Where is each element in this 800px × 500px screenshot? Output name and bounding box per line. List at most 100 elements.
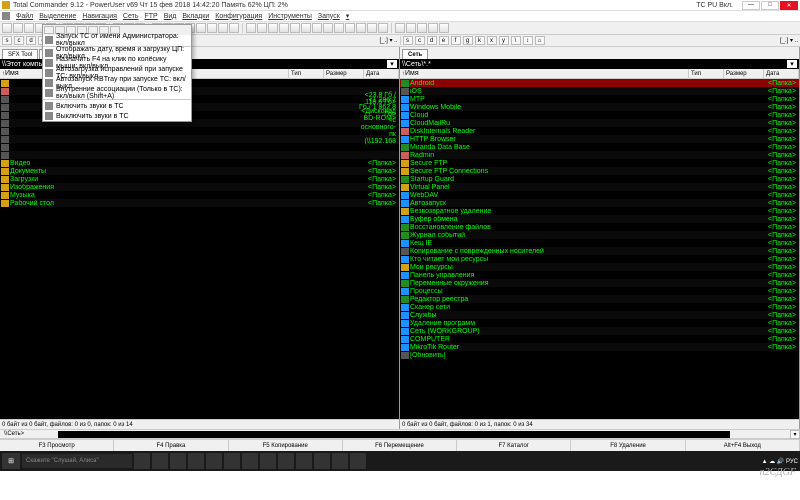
file-row[interactable]: COMPUTER<Папка> (400, 335, 799, 343)
file-row[interactable]: Редактор реестра<Папка> (400, 295, 799, 303)
tool-btn[interactable] (367, 23, 377, 33)
tool-btn[interactable] (395, 23, 405, 33)
drive-btn[interactable]: c (14, 36, 24, 45)
tool-btn[interactable] (323, 23, 333, 33)
col-date[interactable]: Дата (364, 69, 399, 78)
file-row[interactable]: Изображения<Папка> (0, 183, 399, 191)
task-icon[interactable] (206, 453, 222, 469)
col-type[interactable]: Тип (289, 69, 324, 78)
task-icon[interactable] (260, 453, 276, 469)
task-icon[interactable] (134, 453, 150, 469)
file-row[interactable] (0, 151, 399, 159)
file-row[interactable]: WebDAV<Папка> (400, 191, 799, 199)
tool-btn[interactable] (356, 23, 366, 33)
tool-btn[interactable] (290, 23, 300, 33)
file-row[interactable]: Кто читает мои ресурсы<Папка> (400, 255, 799, 263)
task-icon[interactable] (224, 453, 240, 469)
file-row[interactable]: Кеш IE<Папка> (400, 239, 799, 247)
drive-btn[interactable]: \ (511, 36, 521, 45)
file-list-left[interactable]: <23,8 Гб / 118,6 Гб><1 286,7 Гб / 1 862,… (0, 79, 399, 419)
file-row[interactable]: Secure FTP<Папка> (400, 159, 799, 167)
tool-btn[interactable] (378, 23, 388, 33)
tool-btn[interactable] (312, 23, 322, 33)
tool-btn[interactable] (334, 23, 344, 33)
file-row[interactable]: MTP<Папка> (400, 95, 799, 103)
menu-nav[interactable]: Навигация (82, 13, 117, 20)
file-row[interactable]: Radmin<Папка> (400, 151, 799, 159)
dd-assoc[interactable]: Внутренние ассоциации (Только в TC): вкл… (43, 88, 191, 98)
file-list-right[interactable]: Android<Папка>iOS<Папка>MTP<Папка>Window… (400, 79, 799, 419)
tool-btn[interactable] (439, 23, 449, 33)
task-icon[interactable] (170, 453, 186, 469)
f4-edit[interactable]: F4 Правка (114, 440, 228, 451)
path-dropdown-icon[interactable]: ▾ (787, 60, 797, 68)
file-row[interactable]: Автозапуск<Папка> (400, 199, 799, 207)
drive-btn[interactable]: e (439, 36, 449, 45)
drive-btn[interactable]: x (487, 36, 497, 45)
file-row[interactable]: Сеть (WORKGROUP)<Папка> (400, 327, 799, 335)
system-tray[interactable]: ▲ ☁ 🔊 РУС (762, 458, 798, 465)
file-row[interactable]: Сканер сети<Папка> (400, 303, 799, 311)
file-row[interactable]: HTTP Browser<Папка> (400, 135, 799, 143)
file-row[interactable]: Журнал событий<Папка> (400, 231, 799, 239)
start-button[interactable]: ⊞ (2, 453, 20, 469)
drive-btn[interactable]: s (2, 36, 12, 45)
file-row[interactable] (0, 143, 399, 151)
f3-view[interactable]: F3 Просмотр (0, 440, 114, 451)
task-icon[interactable] (242, 453, 258, 469)
drive-btn[interactable]: d (26, 36, 36, 45)
file-row[interactable]: Переменные окружения<Папка> (400, 279, 799, 287)
tool-btn[interactable] (246, 23, 256, 33)
file-row[interactable]: iOS<Папка> (400, 87, 799, 95)
col-name[interactable]: ↑Имя (400, 69, 689, 78)
drive-btn[interactable]: ⌂ (535, 36, 545, 45)
menu-config[interactable]: Конфигурация (215, 13, 262, 20)
f6-move[interactable]: F6 Перемещение (343, 440, 457, 451)
file-row[interactable]: Музыка<Папка> (0, 191, 399, 199)
minimize-button[interactable]: — (742, 1, 760, 10)
tool-btn[interactable] (406, 23, 416, 33)
file-row[interactable]: <с основного-пк (\\192.168 (0, 127, 399, 135)
file-row[interactable]: MikroTik Router<Папка> (400, 343, 799, 351)
task-icon[interactable] (296, 453, 312, 469)
tool-btn[interactable] (279, 23, 289, 33)
drive-btn[interactable]: f (451, 36, 461, 45)
drive-btn[interactable]: k (475, 36, 485, 45)
file-row[interactable]: Процессы<Папка> (400, 287, 799, 295)
task-icon[interactable] (152, 453, 168, 469)
path-right[interactable]: \\Сеть\*.*▾ (400, 59, 799, 69)
file-row[interactable]: [Обновить] (400, 351, 799, 359)
tool-btn[interactable] (207, 23, 217, 33)
f8-del[interactable]: F8 Удаление (571, 440, 685, 451)
menu-tools[interactable]: Инструменты (268, 13, 312, 20)
file-row[interactable]: Службы<Папка> (400, 311, 799, 319)
menu-file[interactable]: Файл (16, 13, 33, 20)
f5-copy[interactable]: F5 Копирование (229, 440, 343, 451)
tool-btn[interactable] (229, 23, 239, 33)
menu-run[interactable]: Запуск (318, 13, 340, 20)
file-row[interactable]: Miranda Data Base<Папка> (400, 143, 799, 151)
menu-ftp[interactable]: FTP (144, 13, 157, 20)
task-icon[interactable] (278, 453, 294, 469)
file-row[interactable]: Копирование с поврежденных носителей<Пап… (400, 247, 799, 255)
file-row[interactable]: Восстановление файлов<Папка> (400, 223, 799, 231)
menu-select[interactable]: Выделение (39, 13, 76, 20)
drive-btn[interactable]: y (499, 36, 509, 45)
menu-more[interactable]: ▾ (346, 12, 350, 20)
tool-btn[interactable] (417, 23, 427, 33)
dd-hbtn[interactable] (44, 26, 54, 34)
dd-sound-off[interactable]: Выключить звуки в TC (43, 111, 191, 121)
tool-btn[interactable] (2, 23, 12, 33)
drive-btn[interactable]: ↕ (523, 36, 533, 45)
menu-net[interactable]: Сеть (123, 13, 139, 20)
tool-btn[interactable] (196, 23, 206, 33)
tool-btn[interactable] (428, 23, 438, 33)
menu-tabs[interactable]: Вкладки (182, 13, 209, 20)
cmd-dropdown[interactable]: ▾ (790, 430, 800, 439)
file-row[interactable]: Android<Папка> (400, 79, 799, 87)
col-size[interactable]: Размер (724, 69, 764, 78)
tool-btn[interactable] (268, 23, 278, 33)
tool-btn[interactable] (24, 23, 34, 33)
tool-btn[interactable] (218, 23, 228, 33)
drive-btn[interactable]: g (463, 36, 473, 45)
